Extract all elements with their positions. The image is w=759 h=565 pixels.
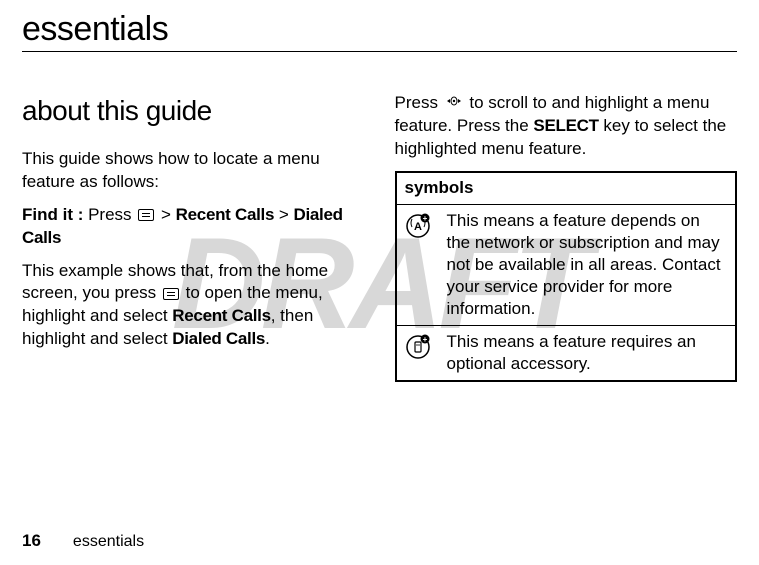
intro-para: This guide shows how to locate a menu fe… [22,148,365,194]
recent-calls: Recent Calls [172,306,270,325]
page-content: essentials about this guide This guide s… [22,10,737,382]
section-heading: about this guide [22,92,365,130]
findit-press: Press [83,205,136,224]
row2-desc: This means a feature requires an optiona… [439,326,737,382]
menu-key-icon [138,209,154,221]
dialed-calls: Dialed Calls [172,329,265,348]
gt1: > [156,205,175,224]
menu-key-icon [163,288,179,300]
footer-label: essentials [73,533,144,551]
accessory-icon-cell: + [396,326,439,382]
network-icon-cell: A + [396,204,439,325]
footer: 16 essentials [22,531,144,551]
right-column: Press to scroll to and highlight a menu … [395,92,738,382]
svg-text:A: A [414,221,422,233]
left-column: about this guide This guide shows how to… [22,92,365,382]
nav-key-icon [445,92,463,115]
symbols-header-row: symbols [396,172,737,204]
svg-text:+: + [422,214,427,223]
symbols-header: symbols [396,172,737,204]
gt2: > [274,205,293,224]
network-dependent-icon: A + [405,213,431,239]
accessory-required-icon: + [405,334,431,360]
row1-desc: This means a feature depends on the netw… [439,204,737,325]
page-number: 16 [22,531,41,551]
press-para: Press to scroll to and highlight a menu … [395,92,738,161]
columns: about this guide This guide shows how to… [22,92,737,382]
press-a: Press [395,93,443,112]
page-title: essentials [22,10,737,52]
table-row: + This means a feature requires an optio… [396,326,737,382]
symbols-table: symbols A + This means a feature depends… [395,171,738,383]
recent-calls: Recent Calls [176,205,274,224]
findit-label: Find it : [22,205,83,224]
table-row: A + This means a feature depends on the … [396,204,737,325]
example-para: This example shows that, from the home s… [22,260,365,352]
example-d: . [265,329,270,348]
findit-para: Find it : Press > Recent Calls > Dialed … [22,204,365,250]
select-key: SELECT [533,116,598,135]
svg-text:+: + [422,335,427,344]
